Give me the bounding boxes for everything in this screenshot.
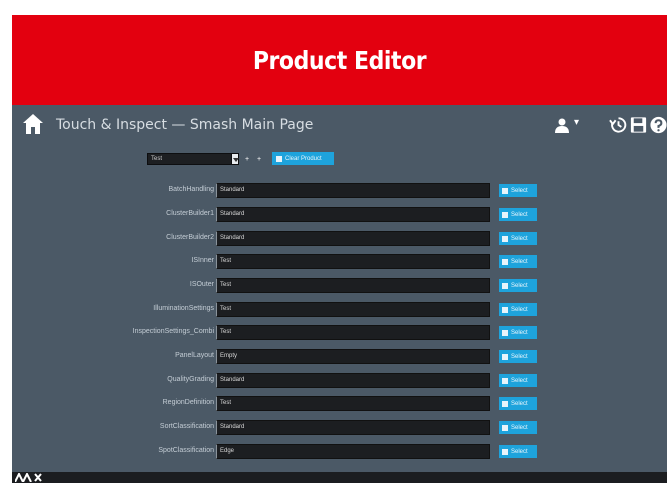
select-button-label: Select xyxy=(511,306,528,313)
remove-product-button[interactable]: + xyxy=(255,154,263,164)
settings-row-inspectionsettings-combi: InspectionSettings_Combi Test Select xyxy=(12,325,667,341)
row-value-field[interactable]: Empty xyxy=(216,349,490,364)
select-button[interactable]: Select xyxy=(499,374,537,387)
select-icon xyxy=(502,211,508,218)
select-button-label: Select xyxy=(511,187,528,194)
row-label: ISOuter xyxy=(189,281,214,288)
row-label: SortClassification xyxy=(159,423,214,430)
select-button-label: Select xyxy=(511,448,528,455)
banner-title: Product Editor xyxy=(252,45,427,75)
select-button[interactable]: Select xyxy=(499,184,537,197)
row-value-field[interactable]: Test xyxy=(216,254,490,269)
select-button[interactable]: Select xyxy=(499,232,537,245)
settings-row-regiondefinition: RegionDefinition Test Select xyxy=(12,396,667,412)
select-button[interactable]: Select xyxy=(499,208,537,221)
app-window: Touch & Inspect — Smash Main Page ▾ Test… xyxy=(12,105,667,483)
clear-icon xyxy=(276,155,282,162)
select-button-label: Select xyxy=(511,400,528,407)
row-value-field[interactable]: Standard xyxy=(216,231,490,246)
select-button[interactable]: Select xyxy=(499,445,537,458)
select-icon xyxy=(502,306,508,313)
settings-row-illuminationsettings: IlluminationSettings Test Select xyxy=(12,302,667,318)
row-value-field[interactable]: Standard xyxy=(216,420,490,435)
save-icon[interactable] xyxy=(629,115,648,135)
row-value-field[interactable]: Test xyxy=(216,396,490,411)
settings-row-panellayout: PanelLayout Empty Select xyxy=(12,349,667,365)
select-button-label: Select xyxy=(511,377,528,384)
settings-row-isinner: ISInner Test Select xyxy=(12,254,667,270)
bottom-taskbar xyxy=(12,472,667,483)
row-label: InspectionSettings_Combi xyxy=(132,328,214,335)
select-icon xyxy=(502,353,508,360)
select-icon xyxy=(502,448,508,455)
row-value-field[interactable]: Test xyxy=(216,302,490,317)
select-icon xyxy=(502,377,508,384)
row-value-field[interactable]: Edge xyxy=(216,444,490,459)
select-button-label: Select xyxy=(511,258,528,265)
help-icon[interactable] xyxy=(649,115,667,135)
app-title: Touch & Inspect — Smash Main Page xyxy=(56,117,314,133)
select-icon xyxy=(502,282,508,289)
settings-row-sortclassification: SortClassification Standard Select xyxy=(12,420,667,436)
select-button[interactable]: Select xyxy=(499,255,537,268)
clear-product-button[interactable]: Clear Product xyxy=(272,152,334,165)
row-label: ISInner xyxy=(191,257,214,264)
settings-row-clusterbuilder1: ClusterBuilder1 Standard Select xyxy=(12,207,667,223)
row-value-field[interactable]: Standard xyxy=(216,373,490,388)
home-icon[interactable] xyxy=(22,113,44,135)
select-button-label: Select xyxy=(511,282,528,289)
row-label: SpotClassification xyxy=(158,447,214,454)
select-button[interactable]: Select xyxy=(499,326,537,339)
row-label: ClusterBuilder1 xyxy=(166,210,214,217)
history-icon[interactable] xyxy=(609,115,628,135)
select-icon xyxy=(502,329,508,336)
user-icon[interactable] xyxy=(554,117,570,133)
settings-row-isouter: ISOuter Test Select xyxy=(12,278,667,294)
tool-icons xyxy=(609,115,667,135)
user-menu-caret-icon[interactable]: ▾ xyxy=(574,117,579,128)
settings-row-clusterbuilder2: ClusterBuilder2 Standard Select xyxy=(12,231,667,247)
select-button[interactable]: Select xyxy=(499,303,537,316)
select-button[interactable]: Select xyxy=(499,397,537,410)
row-value-field[interactable]: Standard xyxy=(216,183,490,198)
row-value-field[interactable]: Test xyxy=(216,278,490,293)
row-label: ClusterBuilder2 xyxy=(166,234,214,241)
settings-row-batchhandling: BatchHandling Standard Select xyxy=(12,183,667,199)
row-label: QualityGrading xyxy=(167,376,214,383)
settings-row-spotclassification: SpotClassification Edge Select xyxy=(12,444,667,460)
select-button[interactable]: Select xyxy=(499,421,537,434)
select-button-label: Select xyxy=(511,353,528,360)
row-label: PanelLayout xyxy=(175,352,214,359)
row-label: RegionDefinition xyxy=(162,399,214,406)
select-icon xyxy=(502,400,508,407)
settings-row-qualitygrading: QualityGrading Standard Select xyxy=(12,373,667,389)
select-button[interactable]: Select xyxy=(499,350,537,363)
select-icon xyxy=(502,424,508,431)
row-label: BatchHandling xyxy=(168,186,214,193)
select-button-label: Select xyxy=(511,235,528,242)
select-button-label: Select xyxy=(511,329,528,336)
select-button-label: Select xyxy=(511,211,528,218)
select-button-label: Select xyxy=(511,424,528,431)
product-select[interactable]: Test xyxy=(147,153,232,165)
product-select-dropdown-icon[interactable] xyxy=(231,153,239,165)
add-product-button[interactable]: + xyxy=(243,154,251,164)
product-editor-banner: Product Editor xyxy=(12,15,667,105)
select-icon xyxy=(502,187,508,194)
row-value-field[interactable]: Test xyxy=(216,325,490,340)
app-topbar: Touch & Inspect — Smash Main Page ▾ xyxy=(12,105,667,145)
clear-product-label: Clear Product xyxy=(285,155,322,162)
select-button[interactable]: Select xyxy=(499,279,537,292)
row-label: IlluminationSettings xyxy=(153,305,214,312)
row-value-field[interactable]: Standard xyxy=(216,207,490,222)
select-icon xyxy=(502,235,508,242)
logo-icon xyxy=(15,473,42,482)
select-icon xyxy=(502,258,508,265)
